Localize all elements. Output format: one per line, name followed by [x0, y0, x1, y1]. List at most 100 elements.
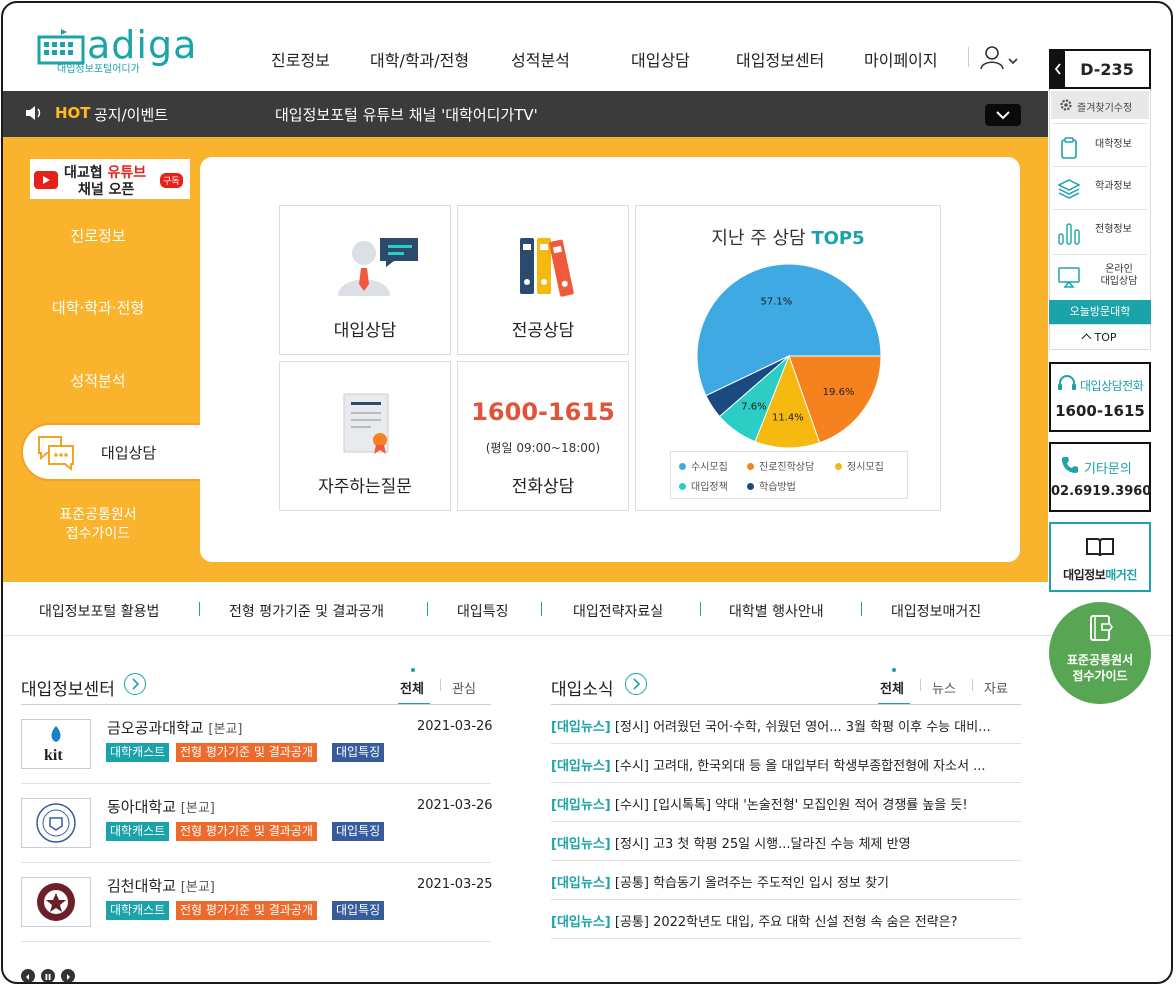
badge-features[interactable]: 대입특징: [332, 901, 385, 920]
news-item[interactable]: [대입뉴스] [수시] [입시톡톡] 약대 '논술전형' 모집인원 적어 경쟁률…: [551, 794, 1021, 813]
news-tab-all[interactable]: 전체: [880, 678, 904, 697]
quick-admission-info[interactable]: 전형정보: [1051, 212, 1149, 252]
standard-application-guide-button[interactable]: 표준공통원서 접수가이드: [1049, 602, 1151, 704]
news-item[interactable]: [대입뉴스] [공통] 2022학년도 대입, 주요 대학 신설 전형 속 숨은…: [551, 911, 1021, 930]
legend-label: 대입정책: [691, 482, 728, 493]
legend-label: 진로진학상담: [759, 462, 815, 473]
news-item[interactable]: [대입뉴스] [수시] 고려대, 한국외대 등 올 대입부터 학생부종합전형에 …: [551, 755, 1021, 774]
chat-bubble-icon: [38, 436, 74, 471]
news-more-button[interactable]: [625, 673, 647, 695]
subnav-features[interactable]: 대입특징: [457, 601, 509, 621]
uni-logo-donga[interactable]: [21, 798, 91, 848]
news-tag: [대입뉴스]: [551, 798, 611, 813]
side-menu-consult-active[interactable]: 대입상담: [21, 423, 226, 481]
row-divider: [21, 862, 491, 863]
uni-name-2: 동아대학교 [본교]: [107, 796, 215, 817]
subnav-magazine[interactable]: 대입정보매거진: [891, 601, 981, 621]
news-item[interactable]: [대입뉴스] [정시] 고3 첫 학평 25일 시행...달라진 수능 체제 반…: [551, 833, 1021, 852]
hot-notice-text[interactable]: 대입정보포털 유튜브 채널 '대학어디가TV': [275, 104, 538, 125]
news-divider: [551, 899, 1021, 900]
consult-call-box[interactable]: 대입상담전화 1600-1615: [1049, 362, 1151, 432]
open-book-icon: [1086, 538, 1114, 557]
uni-campus-3: [본교]: [180, 880, 215, 895]
center-tab-all[interactable]: 전체: [400, 678, 424, 697]
card-admission-consult[interactable]: 대입상담: [279, 205, 451, 355]
legend-swatch: [679, 483, 686, 490]
guide-label: 표준공통원서 접수가이드: [1049, 652, 1151, 684]
youtube-channel-banner[interactable]: 대교협 유튜브 채널 오픈 구독: [30, 159, 190, 199]
bar-chart-icon: [1058, 223, 1080, 245]
side-menu-career[interactable]: 진로정보: [3, 225, 193, 246]
quick-online-consult[interactable]: 온라인 대입상담: [1051, 257, 1149, 299]
user-account-icon[interactable]: [978, 45, 1020, 71]
badge-cast[interactable]: 대학캐스트: [106, 743, 170, 762]
fav-edit-label: 즐겨찾기수정: [1077, 103, 1133, 114]
legend-item-4: 학습방법: [747, 478, 796, 493]
news-tab-data[interactable]: 자료: [984, 678, 1008, 697]
phone-consult-hours: (평일 09:00~18:00): [485, 441, 601, 455]
subnav-evaluation[interactable]: 전형 평가기준 및 결과공개: [229, 601, 384, 621]
badge-evaluation[interactable]: 전형 평가기준 및 결과공개: [176, 901, 317, 920]
hot-expand-button[interactable]: [985, 104, 1021, 126]
scroll-top-button[interactable]: TOP: [1049, 324, 1151, 350]
dday-collapse-button[interactable]: [1051, 51, 1065, 87]
today-visited-button[interactable]: 오늘방문대학: [1049, 300, 1151, 324]
news-item[interactable]: [대입뉴스] [정시] 어려웠던 국어·수학, 쉬웠던 영어... 3월 학평 …: [551, 716, 1021, 735]
magazine-box[interactable]: 대입정보매거진: [1049, 522, 1151, 592]
binders-icon: [520, 238, 574, 297]
uni-campus-1: [본교]: [208, 722, 243, 737]
badge-cast[interactable]: 대학캐스트: [106, 901, 170, 920]
dday-box: D-235: [1049, 49, 1151, 89]
side-menu-guide[interactable]: 표준공통원서 접수가이드: [3, 506, 193, 544]
subnav-events[interactable]: 대학별 행사안내: [729, 601, 824, 621]
side-menu-university[interactable]: 대학·학과·전형: [3, 297, 193, 318]
nav-university-admission[interactable]: 대학/학과/전형: [370, 47, 469, 71]
quick-university-info[interactable]: 대학정보: [1051, 127, 1149, 165]
news-top-line: [551, 704, 1021, 705]
news-text: [정시] 어려웠던 국어·수학, 쉬웠던 영어... 3월 학평 이후 수능 대…: [614, 720, 991, 735]
card-phone-consult[interactable]: 1600-1615 (평일 09:00~18:00) 전화상담: [457, 361, 629, 511]
center-tab-interest[interactable]: 관심: [452, 678, 476, 697]
slider-next-button[interactable]: [61, 969, 75, 982]
news-item[interactable]: [대입뉴스] [공통] 학습동기 올려주는 주도적인 입시 정보 찾기: [551, 872, 1021, 891]
nav-grade-analysis[interactable]: 성적분석: [511, 47, 570, 71]
nav-info-center[interactable]: 대입정보센터: [736, 47, 824, 71]
nav-my-page[interactable]: 마이페이지: [864, 47, 938, 71]
news-text: [공통] 학습동기 올려주는 주도적인 입시 정보 찾기: [614, 876, 890, 891]
news-tag: [대입뉴스]: [551, 759, 611, 774]
card-faq[interactable]: 자주하는질문: [279, 361, 451, 511]
side-menu-grade[interactable]: 성적분석: [3, 370, 193, 391]
uni-logo-kit[interactable]: kit: [21, 719, 91, 769]
etc-inquiry-box[interactable]: 기타문의 02.6919.3960: [1049, 442, 1151, 512]
slider-pause-button[interactable]: [41, 969, 55, 982]
uni-logo-gimcheon[interactable]: [21, 877, 91, 927]
badge-evaluation[interactable]: 전형 평가기준 및 결과공개: [176, 743, 317, 762]
badge-features[interactable]: 대입특징: [332, 743, 385, 762]
subnav-divider: [199, 602, 200, 616]
slider-prev-button[interactable]: [21, 969, 35, 982]
news-text: [공통] 2022학년도 대입, 주요 대학 신설 전형 속 숨은 전략은?: [614, 915, 958, 930]
uni-name-2-text: 동아대학교: [107, 798, 177, 816]
chevron-down-icon: [996, 111, 1010, 120]
news-divider: [551, 860, 1021, 861]
nav-career-info[interactable]: 진로정보: [271, 47, 330, 71]
pie-label-1: 19.6%: [823, 387, 855, 398]
subnav-strategy[interactable]: 대입전략자료실: [573, 601, 663, 621]
fav-edit-button[interactable]: 즐겨찾기수정: [1051, 91, 1149, 119]
info-center-more-button[interactable]: [124, 673, 146, 695]
badge-evaluation[interactable]: 전형 평가기준 및 결과공개: [176, 822, 317, 841]
quick-major-info[interactable]: 학과정보: [1051, 169, 1149, 207]
legend-swatch: [747, 483, 754, 490]
badge-features[interactable]: 대입특징: [332, 822, 385, 841]
subnav-portal-guide[interactable]: 대입정보포털 활용법: [39, 601, 159, 621]
news-tab-news[interactable]: 뉴스: [932, 678, 956, 697]
news-title: 대입소식: [551, 680, 614, 700]
nav-admission-consult[interactable]: 대입상담: [631, 47, 690, 71]
phone-icon: [1062, 457, 1078, 473]
badge-cast[interactable]: 대학캐스트: [106, 822, 170, 841]
news-divider: [551, 821, 1021, 822]
card-major-consult[interactable]: 전공상담: [457, 205, 629, 355]
news-divider: [551, 938, 1021, 939]
subnav-divider: [700, 602, 701, 616]
kit-logo-text: kit: [44, 747, 63, 764]
